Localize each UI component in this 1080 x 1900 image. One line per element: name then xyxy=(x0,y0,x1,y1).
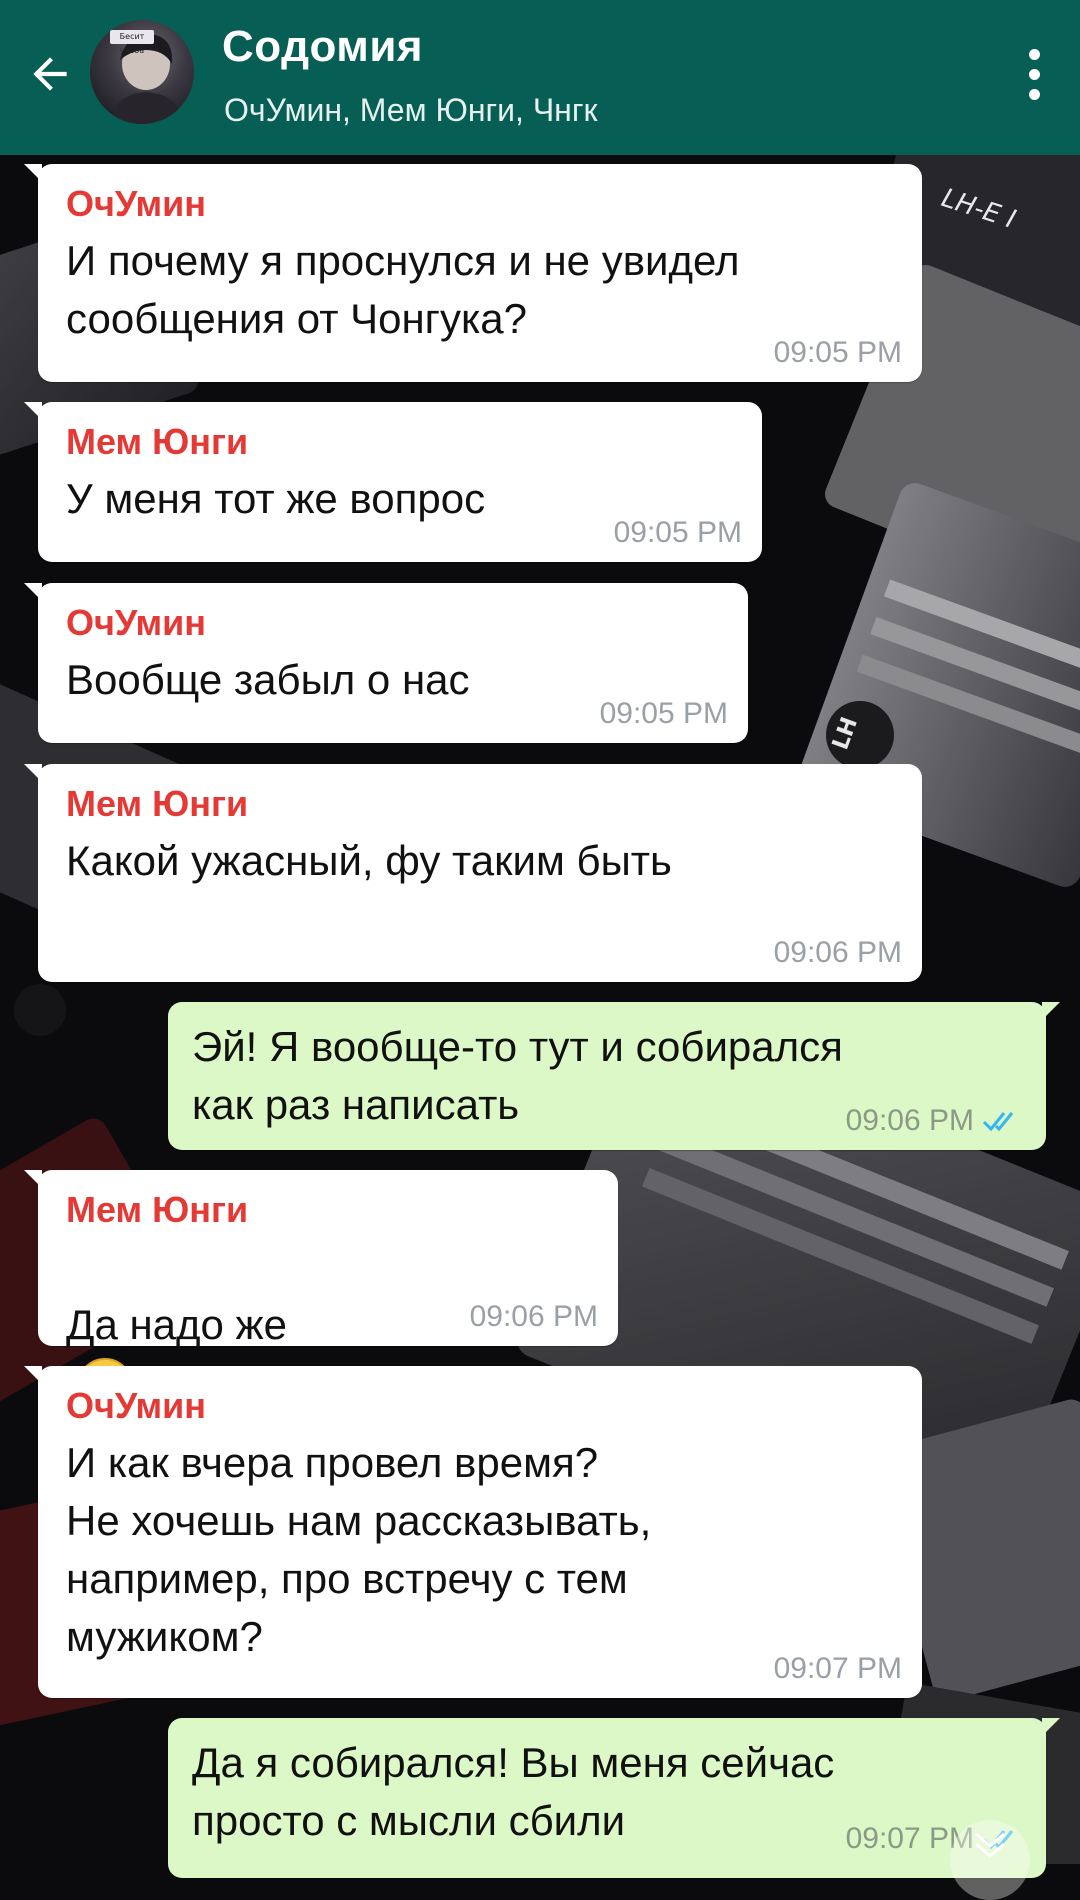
message-sender: ОчУмин xyxy=(66,1385,207,1426)
scroll-to-bottom-button[interactable] xyxy=(950,1820,1030,1900)
message-bubble-incoming[interactable]: Мем Юнги У меня тот же вопрос 09:05 PM xyxy=(24,402,762,562)
arrow-left-icon xyxy=(33,57,67,91)
message-sender: Мем Юнги xyxy=(66,783,249,824)
message-time: 09:07 PM xyxy=(773,1652,902,1685)
message-sender: ОчУмин xyxy=(66,602,207,643)
message-time: 09:05 PM xyxy=(599,697,728,730)
message-time: 09:05 PM xyxy=(613,516,742,549)
chat-title[interactable]: Содомия xyxy=(222,22,423,72)
message-time: 09:05 PM xyxy=(773,336,902,369)
chevron-double-down-icon xyxy=(975,1832,1005,1858)
message-text-content: Да надо же xyxy=(66,1301,288,1348)
double-check-icon xyxy=(982,1112,1014,1132)
message-sender: Мем Юнги xyxy=(66,421,249,462)
message-sender: ОчУмин xyxy=(66,183,207,224)
message-text: И как вчера провел время? Не хочешь нам … xyxy=(66,1439,652,1660)
message-bubble-outgoing[interactable]: Да я собирался! Вы меня сейчас просто с … xyxy=(168,1718,1060,1878)
message-text: Какой ужасный, фу таким быть xyxy=(66,837,672,884)
message-bubble-incoming[interactable]: ОчУмин Вообще забыл о нас 09:05 PM xyxy=(24,583,748,743)
message-bubble-incoming[interactable]: Мем Юнги Да надо же 09:06 PM xyxy=(24,1170,618,1414)
more-vert-icon[interactable] xyxy=(1006,42,1062,106)
message-bubble-incoming[interactable]: ОчУмин И как вчера провел время? Не хоче… xyxy=(24,1366,922,1698)
message-time: 09:06 PM xyxy=(469,1300,598,1333)
chat-header: Бесит учеба Содомия ОчУмин, Мем Юнги, Чн… xyxy=(0,0,1080,155)
message-time: 09:06 PM xyxy=(773,936,902,969)
back-button[interactable] xyxy=(18,42,82,106)
message-bubble-incoming[interactable]: ОчУмин И почему я проснулся и не увидел … xyxy=(24,164,922,382)
message-sender: Мем Юнги xyxy=(66,1189,249,1230)
chat-participants[interactable]: ОчУмин, Мем Юнги, Чнгк xyxy=(224,92,597,129)
avatar-sticker: Бесит учеба xyxy=(110,30,154,55)
message-bubble-incoming[interactable]: Мем Юнги Какой ужасный, фу таким быть 09… xyxy=(24,764,922,982)
group-avatar[interactable]: Бесит учеба xyxy=(90,20,194,124)
message-time: 09:06 PM xyxy=(846,1104,1022,1138)
message-bubble-outgoing[interactable]: Эй! Я вообще-то тут и собирался как раз … xyxy=(168,1002,1060,1150)
message-text: И почему я проснулся и не увидел сообщен… xyxy=(66,237,740,342)
